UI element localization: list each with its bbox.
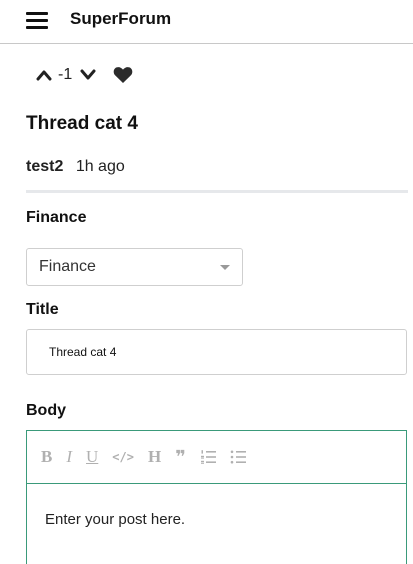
divider	[26, 190, 408, 193]
top-bar: SuperForum	[0, 0, 413, 44]
bold-button[interactable]: B	[41, 447, 52, 467]
author-info: test2 1h ago	[26, 158, 125, 176]
category-label: Finance	[26, 209, 87, 226]
thread-title: Thread cat 4	[26, 113, 138, 134]
app-title[interactable]: SuperForum	[70, 9, 171, 29]
hamburger-menu-icon[interactable]	[26, 11, 48, 29]
underline-button[interactable]: U	[86, 447, 98, 467]
category-select[interactable]: Finance	[26, 248, 243, 286]
heading-button[interactable]: H	[148, 447, 161, 467]
downvote-chevron-down-icon[interactable]	[78, 65, 98, 85]
rich-text-editor: B I U </> H ❞ Enter your post here.	[26, 430, 407, 564]
editor-toolbar: B I U </> H ❞	[27, 431, 406, 484]
chevron-down-icon	[220, 265, 230, 270]
ordered-list-icon[interactable]	[200, 447, 216, 467]
vote-count: -1	[58, 66, 73, 83]
post-time: 1h ago	[75, 158, 125, 175]
blockquote-button[interactable]: ❞	[175, 447, 186, 468]
vote-controls: -1	[34, 64, 134, 86]
body-label: Body	[26, 402, 66, 419]
code-button[interactable]: </>	[112, 447, 134, 467]
italic-button[interactable]: I	[66, 447, 72, 467]
author-name[interactable]: test2	[26, 158, 63, 175]
editor-body[interactable]: Enter your post here.	[45, 511, 185, 528]
upvote-chevron-up-icon[interactable]	[34, 65, 54, 85]
heart-icon[interactable]	[112, 65, 134, 85]
title-label: Title	[26, 301, 59, 318]
unordered-list-icon[interactable]	[230, 447, 246, 467]
category-selected-value: Finance	[39, 258, 96, 275]
title-input[interactable]	[26, 329, 407, 375]
